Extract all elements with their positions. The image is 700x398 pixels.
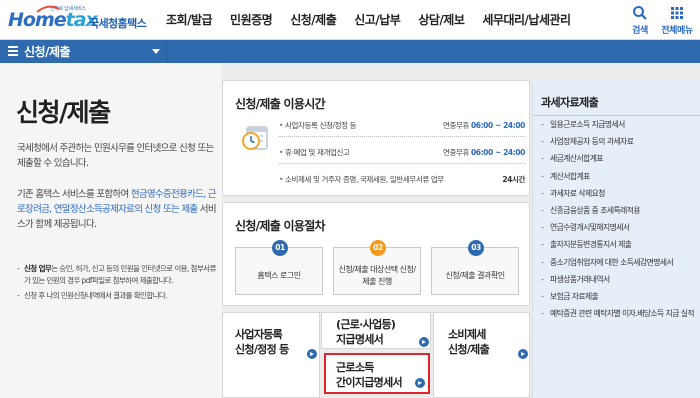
arrow-right-icon bbox=[307, 349, 317, 359]
intro-description-2: 기존 홈택스 서비스를 포함하여 현금영수증전용카드, 근로장려금, 연말정산소… bbox=[17, 187, 217, 232]
grid-icon bbox=[671, 7, 683, 19]
usage-time-value: 24시간 bbox=[502, 174, 525, 185]
global-nav: 조회/발급 민원증명 신청/제출 신고/납부 상담/제보 세무대리/납세관리 bbox=[157, 0, 580, 40]
submission-link[interactable]: 출자지분등변경통지서 제출 bbox=[541, 240, 699, 250]
intro-panel: 신청/제출 국세청에서 주관하는 민원사무를 인터넷으로 신청 또는 제출할 수… bbox=[0, 63, 222, 398]
nav-menu-consult[interactable]: 상담/제보 bbox=[409, 0, 473, 40]
submission-link[interactable]: 연금수령개시및해지명세서 bbox=[541, 223, 699, 233]
arrow-right-icon bbox=[518, 349, 528, 359]
intro-note: 신청 후 나의 민원신청내역에서 결과를 확인합니다. bbox=[17, 290, 217, 302]
submission-link[interactable]: 사업장제공자 등의 과세자료 bbox=[541, 137, 699, 147]
chevron-down-icon[interactable] bbox=[152, 49, 160, 54]
usage-time-label: 휴·폐업 및 재개업신고 bbox=[279, 147, 350, 158]
procedure-step-2: 02 신청/제출 대상선택 신청/제출 진행 bbox=[333, 240, 421, 295]
quick-line: 사업자등록 bbox=[235, 328, 283, 341]
intro-description: 국세청에서 주관하는 민원사무를 인터넷으로 신청 또는 제출할 수 있습니다. bbox=[17, 143, 214, 169]
all-menu-button[interactable]: 전체메뉴 bbox=[656, 5, 698, 36]
quick-line: 근로소득 bbox=[336, 361, 374, 374]
step-number: 03 bbox=[468, 240, 484, 256]
quick-line: 신청/제출 bbox=[448, 343, 490, 356]
step-text: 신청/제출 대상선택 신청/제출 진행 bbox=[338, 265, 416, 286]
procedure-step-1: 01 홈택스 로그인 bbox=[235, 240, 323, 295]
usage-time-title: 신청/제출 이용시간 bbox=[235, 97, 326, 111]
quick-title: 사업자등록신청/정정 등 bbox=[235, 327, 289, 357]
nav-menu-agent[interactable]: 세무대리/납세관리 bbox=[473, 0, 579, 40]
hamburger-icon[interactable] bbox=[8, 46, 18, 56]
usage-time-row: 소비제세 및 거주자 증명, 국제세원, 일반세무서류 업무 24시간 bbox=[279, 165, 525, 191]
step-number: 01 bbox=[272, 240, 288, 256]
usage-time-prefix: 연중무휴 bbox=[442, 121, 471, 130]
usage-time-prefix: 연중무휴 bbox=[442, 148, 471, 157]
section-bar: 신청/제출 bbox=[0, 40, 700, 63]
logo-name: 국세청홈택스 bbox=[89, 17, 147, 30]
quick-title: (근로·사업등) 지급명세서 bbox=[336, 317, 396, 347]
usage-time-row: 휴·폐업 및 재개업신고 연중무휴 06:00 ~ 24:00 bbox=[279, 138, 525, 164]
nav-menu-apply[interactable]: 신청/제출 bbox=[281, 0, 345, 40]
quick-title: 소비제세신청/제출 bbox=[448, 327, 490, 357]
procedure-step-3: 03 신청/제출 결과확인 bbox=[431, 240, 519, 295]
logo-mark: Hometax bbox=[8, 9, 98, 31]
intro-note-bold: 신청 업무 bbox=[24, 264, 52, 273]
all-menu-label: 전체메뉴 bbox=[661, 26, 693, 36]
usage-time-row: 사업자등록 신청/정정 등 연중무휴 06:00 ~ 24:00 bbox=[279, 111, 525, 137]
search-label: 검색 bbox=[632, 26, 648, 36]
divider bbox=[533, 115, 700, 116]
clock-calendar-icon bbox=[242, 126, 268, 150]
usage-time-value: 연중무휴 06:00 ~ 24:00 bbox=[443, 147, 525, 158]
quick-title: 근로소득간이지급명세서 bbox=[336, 360, 403, 390]
nav-menu-inquiry[interactable]: 조회/발급 bbox=[157, 0, 221, 40]
search-button[interactable]: 검색 bbox=[619, 5, 661, 36]
step-number: 02 bbox=[370, 240, 386, 256]
usage-time-label: 소비제세 및 거주자 증명, 국제세원, 일반세무서류 업무 bbox=[279, 174, 444, 185]
consumption-tax-button[interactable]: 소비제세신청/제출 bbox=[433, 312, 530, 398]
top-header: 전자로 납세서비스 Hometax 국세청홈택스 조회/발급 민원증명 신청/제… bbox=[0, 0, 700, 40]
usage-time-hours: 24시간 bbox=[502, 175, 525, 184]
panel-title: 과세자료제출 bbox=[541, 96, 599, 109]
business-registration-button[interactable]: 사업자등록신청/정정 등 bbox=[222, 312, 320, 398]
intro-note-text: 는 승인, 허가, 신고 등의 민원을 인터넷으로 이용, 첨부서류가 있는 민… bbox=[24, 264, 216, 285]
usage-time-card: 신청/제출 이용시간 사업자등록 신청/정정 등 연중무휴 06:00 ~ 24… bbox=[222, 80, 530, 196]
quick-line: 신청/정정 등 bbox=[235, 343, 289, 356]
step-text: 신청/제출 결과확인 bbox=[445, 271, 505, 280]
search-icon bbox=[633, 6, 647, 20]
nav-menu-filing[interactable]: 신고/납부 bbox=[345, 0, 409, 40]
quick-line: 지급명세서 bbox=[336, 333, 384, 346]
submission-link[interactable]: 중소기업취업자에 대한 소득세감면명세서 bbox=[541, 258, 699, 268]
submission-link[interactable]: 신종금융상품 중 조세특례적용 bbox=[541, 206, 699, 216]
nav-menu-certificate[interactable]: 민원증명 bbox=[221, 0, 281, 40]
tax-data-submission-panel: 과세자료제출 일용근로소득 지급명세서 사업장제공자 등의 과세자료 세금계산서… bbox=[532, 80, 700, 398]
submission-link[interactable]: 보험금 자료제출 bbox=[541, 292, 699, 302]
procedure-title: 신청/제출 이용절차 bbox=[235, 219, 326, 233]
submission-link[interactable]: 과세자료 삭제요청 bbox=[541, 189, 699, 199]
submission-link[interactable]: 일용근로소득 지급명세서 bbox=[541, 120, 699, 130]
usage-time-hours: 06:00 ~ 24:00 bbox=[470, 121, 525, 130]
arrow-right-icon bbox=[419, 337, 429, 347]
hometax-logo[interactable]: 전자로 납세서비스 Hometax 국세청홈택스 bbox=[6, 5, 156, 35]
usage-time-label: 사업자등록 신청/정정 등 bbox=[279, 120, 357, 131]
step-text: 홈택스 로그인 bbox=[257, 271, 301, 280]
usage-time-hours: 06:00 ~ 24:00 bbox=[470, 148, 525, 157]
divider bbox=[166, 40, 167, 63]
usage-time-value: 연중무휴 06:00 ~ 24:00 bbox=[443, 120, 525, 131]
usage-procedure-card: 신청/제출 이용절차 01 홈택스 로그인 02 신청/제출 대상선택 신청/제… bbox=[222, 202, 530, 306]
current-section-label[interactable]: 신청/제출 bbox=[24, 43, 71, 60]
submission-link-list: 일용근로소득 지급명세서 사업장제공자 등의 과세자료 세금계산서합계표 계산서… bbox=[541, 120, 699, 326]
intro-note: 신청 업무는 승인, 허가, 신고 등의 민원을 인터넷으로 이용, 첨부서류가… bbox=[17, 263, 217, 286]
quick-line: (근로·사업등) bbox=[336, 318, 396, 331]
quick-line: 간이지급명세서 bbox=[336, 376, 403, 389]
intro-desc2-a: 기존 홈택스 서비스를 포함하여 bbox=[17, 189, 131, 200]
intro-notes: 신청 업무는 승인, 허가, 신고 등의 민원을 인터넷으로 이용, 첨부서류가… bbox=[17, 263, 217, 306]
logo-mark-home: Home bbox=[8, 9, 67, 31]
submission-link[interactable]: 세금계산서합계표 bbox=[541, 154, 699, 164]
simplified-payment-statement-button[interactable]: 근로소득간이지급명세서 bbox=[324, 353, 430, 394]
arrow-right-icon bbox=[415, 378, 425, 388]
payment-statement-button[interactable]: (근로·사업등) 지급명세서 bbox=[321, 312, 431, 349]
quick-line: 소비제세 bbox=[448, 328, 486, 341]
submission-link[interactable]: 예탁증권 관련 예탁자별 이자.배당소득 지급 실적 bbox=[541, 309, 699, 319]
page-title: 신청/제출 bbox=[16, 98, 111, 127]
submission-link[interactable]: 파생상품거래내역서 bbox=[541, 275, 699, 285]
submission-link[interactable]: 계산서합계표 bbox=[541, 172, 699, 182]
